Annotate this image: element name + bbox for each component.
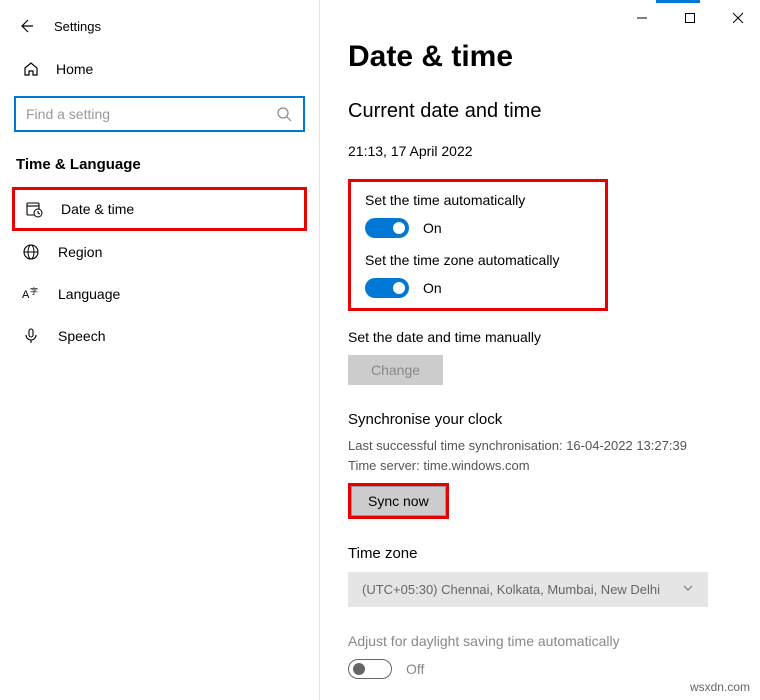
- sidebar: Settings Home Time & Language Date & tim…: [0, 0, 320, 700]
- search-icon: [275, 105, 293, 123]
- dst-toggle[interactable]: [348, 659, 392, 679]
- svg-text:A: A: [22, 289, 30, 301]
- timezone-value: (UTC+05:30) Chennai, Kolkata, Mumbai, Ne…: [362, 582, 660, 597]
- microphone-icon: [22, 327, 40, 345]
- svg-text:字: 字: [30, 286, 38, 296]
- sidebar-item-label: Language: [58, 286, 120, 302]
- auto-time-toggle[interactable]: [365, 218, 409, 238]
- minimize-button[interactable]: [628, 6, 656, 30]
- home-icon: [22, 60, 40, 78]
- auto-time-label: Set the time automatically: [365, 192, 591, 208]
- home-nav[interactable]: Home: [0, 50, 319, 88]
- sidebar-item-region[interactable]: Region: [0, 231, 319, 273]
- search-box[interactable]: [14, 96, 305, 132]
- page-title: Date & time: [348, 40, 736, 74]
- chevron-down-icon: [682, 582, 694, 597]
- sync-heading: Synchronise your clock: [348, 411, 736, 428]
- dst-label: Adjust for daylight saving time automati…: [348, 633, 736, 649]
- maximize-button[interactable]: [676, 6, 704, 30]
- window-controls: [628, 6, 752, 30]
- auto-tz-state: On: [423, 280, 442, 296]
- watermark: wsxdn.com: [690, 680, 750, 694]
- timezone-heading: Time zone: [348, 545, 736, 562]
- sidebar-item-label: Date & time: [61, 201, 134, 217]
- main-content: Date & time Current date and time 21:13,…: [320, 0, 760, 700]
- manual-datetime-label: Set the date and time manually: [348, 329, 736, 345]
- auto-tz-toggle[interactable]: [365, 278, 409, 298]
- home-label: Home: [56, 61, 93, 77]
- highlight-box-sync: Sync now: [348, 483, 449, 519]
- close-button[interactable]: [724, 6, 752, 30]
- window-title: Settings: [54, 19, 101, 34]
- dst-state: Off: [406, 661, 424, 677]
- back-button[interactable]: [14, 14, 38, 38]
- sidebar-item-label: Region: [58, 244, 102, 260]
- page-subtitle: Current date and time: [348, 100, 736, 123]
- sidebar-item-language[interactable]: A字 Language: [0, 273, 319, 315]
- sidebar-item-date-time[interactable]: Date & time: [12, 187, 307, 231]
- globe-icon: [22, 243, 40, 261]
- search-input[interactable]: [26, 106, 275, 122]
- language-icon: A字: [22, 285, 40, 303]
- change-button[interactable]: Change: [348, 355, 443, 385]
- auto-time-state: On: [423, 220, 442, 236]
- sync-last-text: Last successful time synchronisation: 16…: [348, 436, 736, 456]
- sidebar-item-speech[interactable]: Speech: [0, 315, 319, 357]
- timezone-dropdown[interactable]: (UTC+05:30) Chennai, Kolkata, Mumbai, Ne…: [348, 572, 708, 607]
- sync-now-button[interactable]: Sync now: [351, 486, 446, 516]
- sidebar-section-title: Time & Language: [0, 132, 319, 187]
- auto-tz-label: Set the time zone automatically: [365, 252, 591, 268]
- sidebar-item-label: Speech: [58, 328, 105, 344]
- highlight-box-toggles: Set the time automatically On Set the ti…: [348, 179, 608, 311]
- sync-server-text: Time server: time.windows.com: [348, 456, 736, 476]
- calendar-clock-icon: [25, 200, 43, 218]
- current-datetime: 21:13, 17 April 2022: [348, 143, 736, 159]
